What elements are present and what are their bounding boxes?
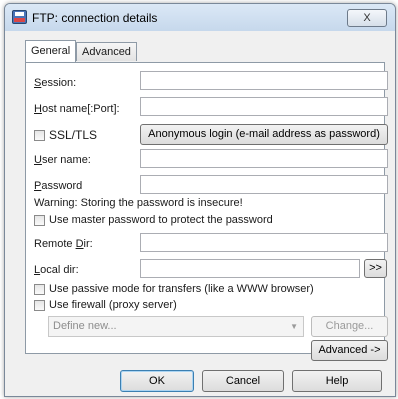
proxy-select[interactable]: Define new... ▼ [48, 316, 304, 337]
host-name-input[interactable] [140, 97, 388, 116]
tab-general[interactable]: General [25, 40, 77, 62]
window-title: FTP: connection details [32, 11, 158, 25]
ftp-app-icon [12, 10, 27, 24]
ssl-tls-label[interactable]: SSL/TLS [49, 128, 97, 142]
password-input[interactable] [140, 175, 388, 194]
general-tab-panel: Session: Host name[:Port]: SSL/TLS Anony… [25, 62, 388, 361]
close-icon: X [363, 12, 371, 24]
ok-button[interactable]: OK [120, 370, 194, 392]
chevron-down-icon: ▼ [290, 322, 298, 331]
local-dir-label: Local dir: [34, 264, 79, 276]
help-button[interactable]: Help [292, 370, 382, 392]
firewall-checkbox[interactable] [34, 300, 45, 311]
proxy-select-value: Define new... [53, 320, 117, 332]
anonymous-login-button[interactable]: Anonymous login (e-mail address as passw… [140, 124, 388, 145]
password-warning: Warning: Storing the password is insecur… [34, 197, 243, 209]
password-label: Password [34, 180, 83, 192]
master-password-label[interactable]: Use master password to protect the passw… [49, 214, 273, 226]
session-label: Session: [34, 77, 77, 89]
ftp-connection-dialog: FTP: connection details X General Advanc… [4, 3, 396, 397]
passive-mode-label[interactable]: Use passive mode for transfers (like a W… [49, 283, 314, 295]
change-proxy-button[interactable]: Change... [311, 316, 388, 337]
tab-advanced[interactable]: Advanced [76, 42, 137, 61]
advanced-button[interactable]: Advanced -> [311, 340, 388, 361]
local-dir-input[interactable] [140, 259, 360, 278]
title-bar[interactable]: FTP: connection details X [5, 4, 395, 31]
host-name-label: Host name[:Port]: [34, 103, 120, 115]
browse-local-dir-button[interactable]: >> [364, 259, 387, 278]
user-name-label: User name: [34, 154, 91, 166]
passive-mode-checkbox[interactable] [34, 284, 45, 295]
user-name-input[interactable] [140, 149, 388, 168]
firewall-label[interactable]: Use firewall (proxy server) [49, 299, 177, 311]
cancel-button[interactable]: Cancel [202, 370, 284, 392]
close-button[interactable]: X [347, 9, 387, 27]
remote-dir-input[interactable] [140, 233, 388, 252]
master-password-checkbox[interactable] [34, 215, 45, 226]
ssl-tls-checkbox[interactable] [34, 130, 45, 141]
remote-dir-label: Remote Dir: [34, 238, 93, 250]
session-input[interactable] [140, 71, 388, 90]
